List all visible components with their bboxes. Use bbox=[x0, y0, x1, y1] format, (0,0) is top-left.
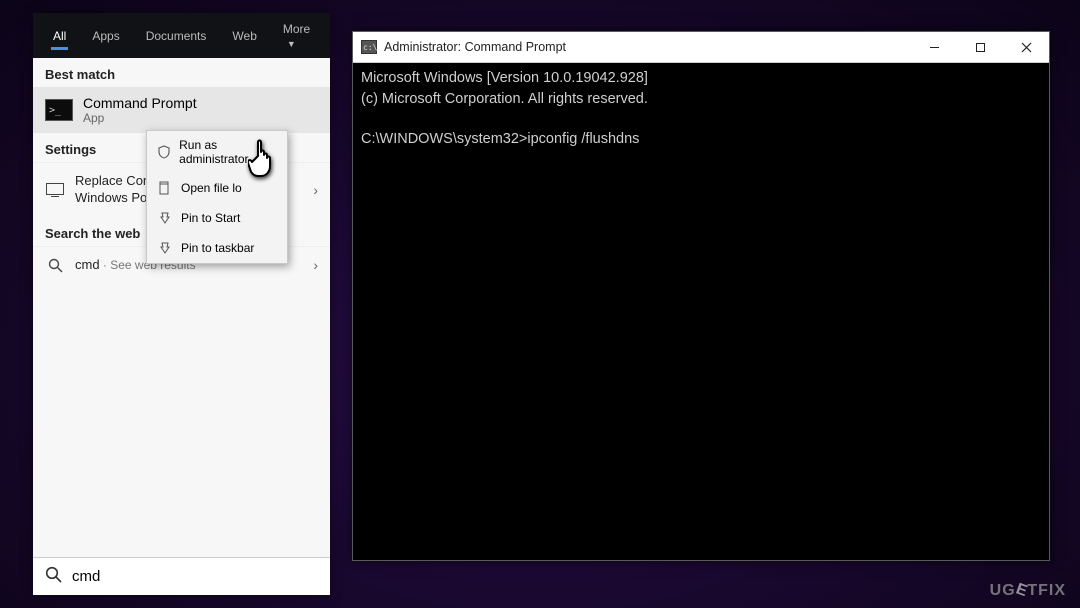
window-controls bbox=[911, 32, 1049, 63]
best-match-text: Command Prompt App bbox=[83, 95, 197, 125]
command-prompt-window: c:\ Administrator: Command Prompt Micros… bbox=[352, 31, 1050, 561]
tab-more-label: More bbox=[283, 22, 310, 36]
best-match-result[interactable]: >_ Command Prompt App bbox=[33, 87, 330, 133]
minimize-button[interactable] bbox=[911, 32, 957, 63]
ctx-open-loc-label: Open file lo bbox=[181, 181, 242, 195]
monitor-icon bbox=[45, 183, 65, 197]
cursor-hand-icon bbox=[248, 136, 280, 183]
web-query: cmd bbox=[75, 257, 100, 272]
best-match-subtitle: App bbox=[83, 111, 197, 125]
watermark-after: TFIX bbox=[1027, 582, 1066, 599]
shield-icon bbox=[157, 144, 171, 160]
pin-taskbar-icon bbox=[157, 240, 173, 256]
ctx-pin-to-taskbar[interactable]: Pin to taskbar bbox=[147, 233, 287, 263]
cmd-prompt: C:\WINDOWS\system32> bbox=[361, 131, 527, 147]
watermark-before: UG bbox=[990, 582, 1016, 599]
cmd-line2: (c) Microsoft Corporation. All rights re… bbox=[361, 91, 648, 107]
search-icon bbox=[45, 258, 65, 273]
ctx-pin-to-start[interactable]: Pin to Start bbox=[147, 203, 287, 233]
command-prompt-app-icon: >_ bbox=[45, 99, 73, 121]
cmd-terminal-body[interactable]: Microsoft Windows [Version 10.0.19042.92… bbox=[353, 63, 1049, 560]
cmd-command: ipconfig /flushdns bbox=[527, 131, 639, 147]
pin-icon bbox=[157, 210, 173, 226]
cmd-title-left: c:\ Administrator: Command Prompt bbox=[353, 40, 566, 54]
ctx-pin-start-label: Pin to Start bbox=[181, 211, 240, 225]
command-prompt-titlebar-icon: c:\ bbox=[361, 40, 377, 54]
best-match-title: Command Prompt bbox=[83, 95, 197, 111]
cmd-window-title: Administrator: Command Prompt bbox=[384, 40, 566, 54]
tab-all[interactable]: All bbox=[43, 23, 76, 49]
chevron-down-icon: ▼ bbox=[287, 39, 296, 49]
tab-more[interactable]: More ▼ bbox=[273, 16, 320, 56]
ctx-pin-taskbar-label: Pin to taskbar bbox=[181, 241, 254, 255]
watermark: UGETFIX bbox=[990, 582, 1066, 600]
cmd-line1: Microsoft Windows [Version 10.0.19042.92… bbox=[361, 70, 648, 86]
tab-web[interactable]: Web bbox=[222, 23, 266, 49]
folder-open-icon bbox=[157, 180, 173, 196]
chevron-right-icon: › bbox=[313, 257, 318, 273]
start-menu-search-panel: All Apps Documents Web More ▼ Best match… bbox=[33, 13, 330, 595]
tab-documents[interactable]: Documents bbox=[136, 23, 217, 49]
search-input[interactable] bbox=[72, 568, 318, 585]
search-tabs: All Apps Documents Web More ▼ bbox=[33, 13, 330, 58]
maximize-button[interactable] bbox=[957, 32, 1003, 63]
chevron-right-icon: › bbox=[313, 182, 318, 198]
close-button[interactable] bbox=[1003, 32, 1049, 63]
search-input-bar bbox=[33, 557, 330, 595]
tab-apps[interactable]: Apps bbox=[82, 23, 129, 49]
search-icon bbox=[45, 566, 62, 588]
cmd-titlebar[interactable]: c:\ Administrator: Command Prompt bbox=[353, 32, 1049, 63]
heading-best-match: Best match bbox=[33, 58, 330, 87]
